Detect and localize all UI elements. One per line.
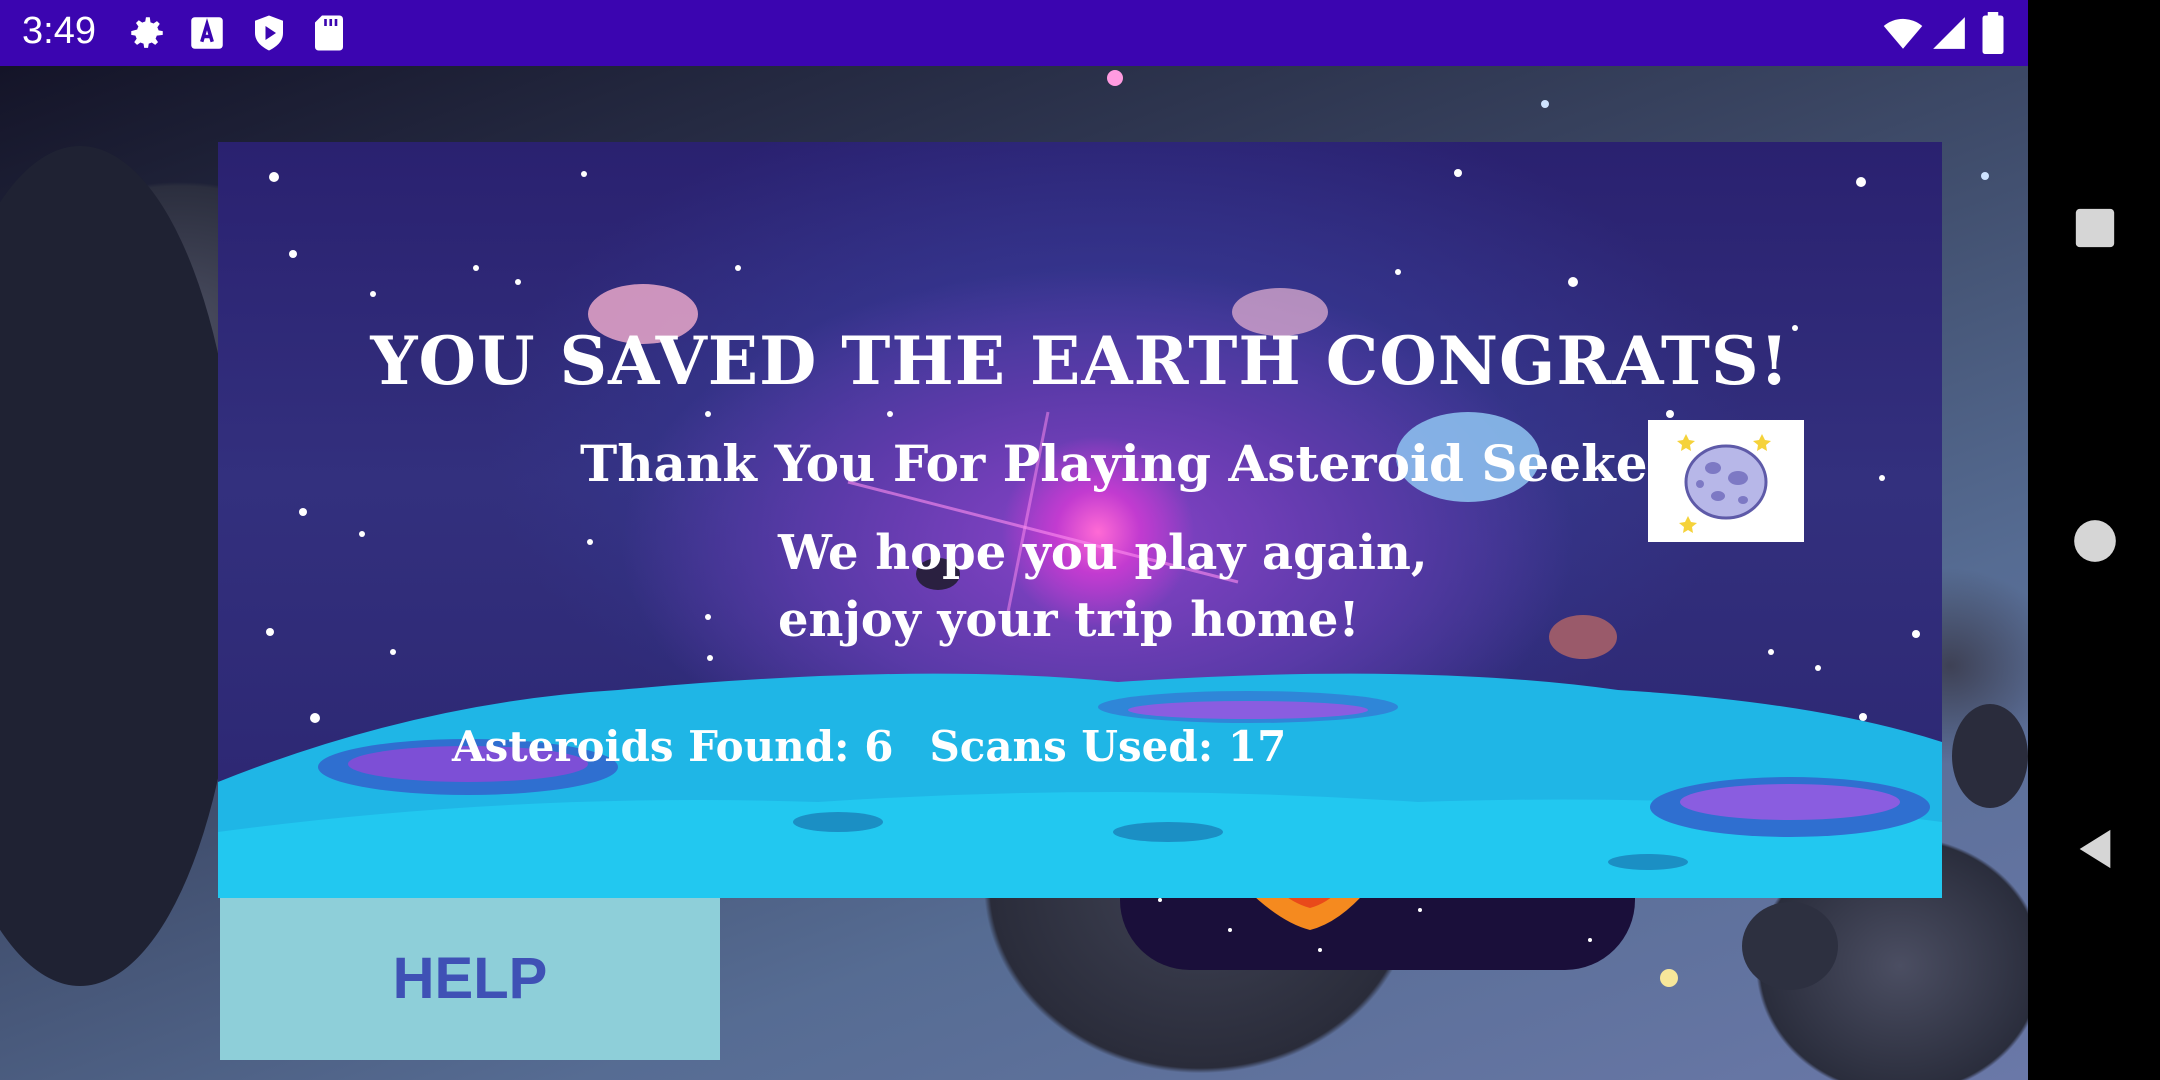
scans-used-label: Scans Used: [929, 722, 1214, 771]
help-button[interactable]: HELP [220, 896, 720, 1060]
congrats-dialog: YOU SAVED THE EARTH CONGRATS! Thank You … [218, 142, 1942, 898]
gear-icon [131, 17, 163, 48]
asteroid-badge [1648, 420, 1804, 542]
back-icon[interactable] [2072, 826, 2118, 872]
dialog-title: YOU SAVED THE EARTH CONGRATS! [370, 322, 1790, 400]
wifi-icon [1883, 18, 1923, 49]
stats-line: Asteroids Found: 6 Scans Used: 17 [452, 722, 1286, 771]
help-button-label: HELP [392, 945, 548, 1011]
navigation-bar [2028, 0, 2160, 1080]
scans-used-value: 17 [1227, 722, 1287, 771]
play-store-icon [255, 15, 283, 51]
status-bar: 3:49 [0, 0, 2028, 66]
dialog-message-line2: enjoy your trip home! [778, 592, 1360, 648]
font-a-icon [191, 17, 223, 49]
asteroids-found-value: 6 [864, 722, 894, 771]
signal-icon [1933, 17, 1965, 49]
sd-card-icon [315, 15, 343, 51]
home-icon[interactable] [2070, 516, 2120, 566]
dialog-message-line1: We hope you play again, [778, 525, 1428, 581]
recents-icon[interactable] [2072, 205, 2118, 251]
asteroids-found-label: Asteroids Found: [452, 722, 850, 771]
dialog-subtitle: Thank You For Playing Asteroid Seeker [580, 434, 1674, 493]
battery-icon [1982, 12, 2004, 54]
asteroid-icon [1677, 434, 1771, 533]
status-time: 3:49 [22, 10, 96, 52]
